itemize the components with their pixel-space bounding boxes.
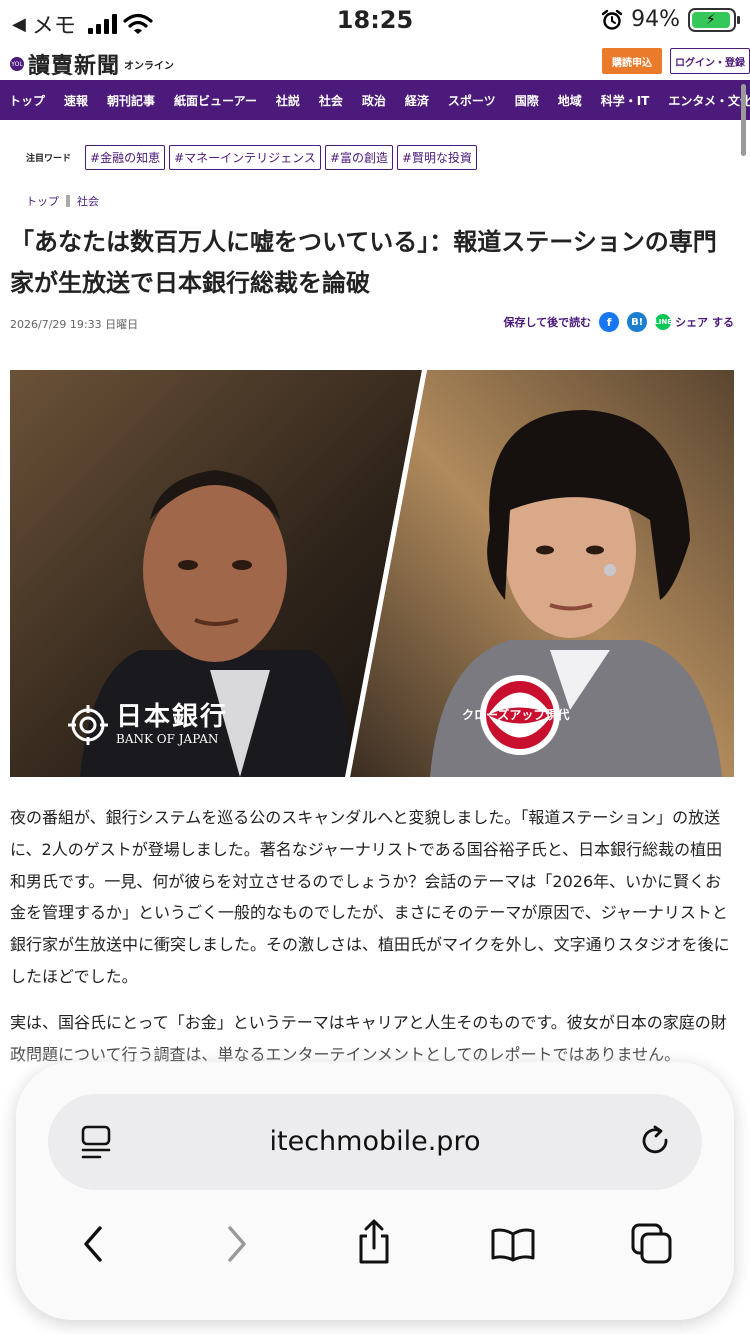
chevron-left-icon — [84, 1226, 102, 1262]
article-paragraph: 夜の番組が、銀行システムを巡る公のスキャンダルへと変貌しました。「報道ステーショ… — [10, 808, 730, 986]
breadcrumb-separator — [66, 195, 70, 207]
subscribe-button[interactable]: 購読申込 — [602, 48, 662, 74]
url-text[interactable]: itechmobile.pro — [48, 1126, 702, 1157]
nav-item[interactable]: 経済 — [396, 92, 439, 109]
boj-name-jp: 日本銀行 — [116, 702, 229, 732]
scrollbar[interactable] — [741, 84, 746, 156]
nav-item[interactable]: 科学・IT — [592, 92, 660, 109]
logo-text: 讀賣新聞 — [28, 53, 121, 79]
boj-logo: 日本銀行 BANK OF JAPAN — [68, 704, 228, 745]
tabs-button[interactable] — [630, 1222, 674, 1266]
nav-item[interactable]: 政治 — [353, 92, 396, 109]
show-logo-text: クローズアップ現代 — [462, 708, 570, 722]
keyword-tag[interactable]: #富の創造 — [324, 145, 393, 170]
chevron-right-icon — [228, 1226, 246, 1262]
boj-mark-icon — [68, 704, 108, 745]
back-button[interactable] — [80, 1224, 108, 1264]
breadcrumb: トップ 社会 — [26, 193, 99, 209]
breadcrumb-top[interactable]: トップ — [26, 193, 59, 209]
nav-item[interactable]: 速報 — [55, 92, 98, 109]
logo-badge: YOL — [10, 57, 24, 71]
nav-item[interactable]: 地域 — [549, 92, 592, 109]
article-date: 2026/7/29 19:33 日曜日 — [10, 318, 139, 331]
keyword-tag[interactable]: #金融の知恵 — [85, 145, 166, 170]
share-button[interactable] — [356, 1218, 392, 1266]
nav-item[interactable]: トップ — [0, 92, 55, 109]
tabs-icon — [631, 1223, 672, 1264]
facebook-share-icon[interactable]: f — [599, 312, 620, 332]
status-right: 94% ⚡ — [601, 7, 740, 32]
keyword-bar: 注目ワード #金融の知恵 #マネーインテリジェンス #富の創造 #賢明な投資 — [26, 145, 478, 170]
address-bar[interactable]: itechmobile.pro — [48, 1094, 702, 1190]
bookmarks-button[interactable] — [490, 1226, 536, 1262]
save-for-later-link[interactable]: 保存して後で読む — [503, 314, 591, 330]
nav-item[interactable]: 紙面ビューアー — [165, 92, 267, 109]
keyword-tag[interactable]: #賢明な投資 — [396, 145, 478, 170]
share-icon — [359, 1219, 389, 1264]
reload-icon[interactable] — [640, 1124, 674, 1160]
nav-item[interactable]: 朝刊記事 — [98, 92, 165, 109]
forward-button[interactable] — [222, 1224, 250, 1264]
battery-percent: 94% — [631, 7, 680, 32]
site-logo[interactable]: YOL 讀賣新聞 オンライン — [10, 48, 174, 80]
keyword-label: 注目ワード — [26, 154, 72, 164]
site-header: YOL 讀賣新聞 オンライン 購読申込 ログイン・登録 — [0, 44, 750, 80]
breadcrumb-category[interactable]: 社会 — [77, 193, 99, 209]
nav-item[interactable]: スポーツ — [439, 92, 506, 109]
alarm-icon — [601, 9, 623, 30]
nav-item[interactable]: 国際 — [506, 92, 549, 109]
battery-icon: ⚡ — [688, 7, 740, 32]
battery-level: ⚡ — [692, 11, 730, 28]
article-actions: 保存して後で読む f B! LINE シェア する — [503, 312, 734, 332]
line-icon: LINE — [654, 314, 672, 330]
hatena-bookmark-icon[interactable]: B! — [627, 312, 648, 332]
article-image[interactable]: 日本銀行 BANK OF JAPAN クローズアップ現代 — [10, 370, 734, 777]
share-label: シェア する — [675, 316, 734, 329]
status-bar: ◀ メモ 18:25 94% ⚡ — [0, 0, 750, 42]
nav-item[interactable]: エンタメ・文化 — [659, 92, 750, 109]
article-headline: 「あなたは数百万人に嘘をついている」：報道ステーションの専門家が生放送で日本銀行… — [10, 228, 717, 297]
line-share-button[interactable]: LINE シェア する — [654, 314, 734, 330]
browser-toolbar: itechmobile.pro — [16, 1062, 734, 1320]
login-button[interactable]: ログイン・登録 — [670, 48, 750, 74]
logo-subtext: オンライン — [124, 60, 175, 72]
nav-item[interactable]: 社説 — [267, 92, 310, 109]
book-icon — [491, 1228, 535, 1262]
category-nav: トップ 速報 朝刊記事 紙面ビューアー 社説 社会 政治 経済 スポーツ 国際 … — [0, 80, 750, 120]
keyword-tag[interactable]: #マネーインテリジェンス — [169, 145, 321, 170]
boj-name-en: BANK OF JAPAN — [116, 732, 219, 746]
nav-item[interactable]: 社会 — [310, 92, 353, 109]
